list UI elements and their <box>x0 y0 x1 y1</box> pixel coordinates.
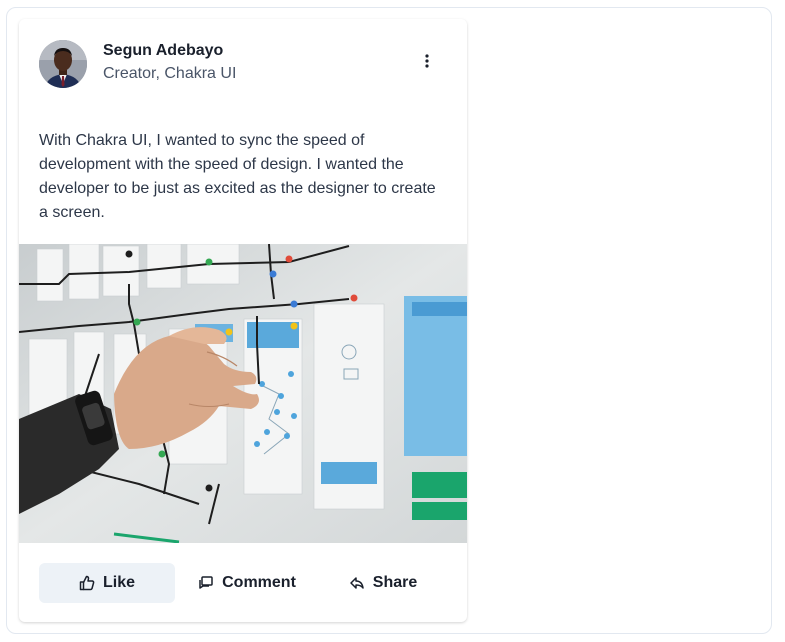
more-options-button[interactable] <box>411 45 443 77</box>
like-button[interactable]: Like <box>39 563 175 603</box>
card-header: Segun Adebayo Creator, Chakra UI <box>19 19 467 109</box>
card-actions: Like Comment Share <box>19 543 467 622</box>
share-reply-icon <box>350 577 364 589</box>
post-card: Segun Adebayo Creator, Chakra UI With Ch… <box>19 19 467 622</box>
author-role: Creator, Chakra UI <box>103 65 237 82</box>
like-button-label: Like <box>102 574 135 591</box>
share-button[interactable]: Share <box>319 563 447 603</box>
author-name: Segun Adebayo <box>103 42 224 59</box>
comment-button[interactable]: Comment <box>179 563 315 603</box>
three-dots-vertical-icon <box>425 54 429 68</box>
avatar <box>39 40 87 88</box>
chat-bubble-icon <box>199 576 213 589</box>
comment-button-label: Comment <box>222 574 296 591</box>
post-body-text: With Chakra UI, I wanted to sync the spe… <box>39 132 436 221</box>
share-button-label: Share <box>372 574 418 591</box>
thumbs-up-icon <box>79 575 95 591</box>
post-image <box>19 244 467 543</box>
